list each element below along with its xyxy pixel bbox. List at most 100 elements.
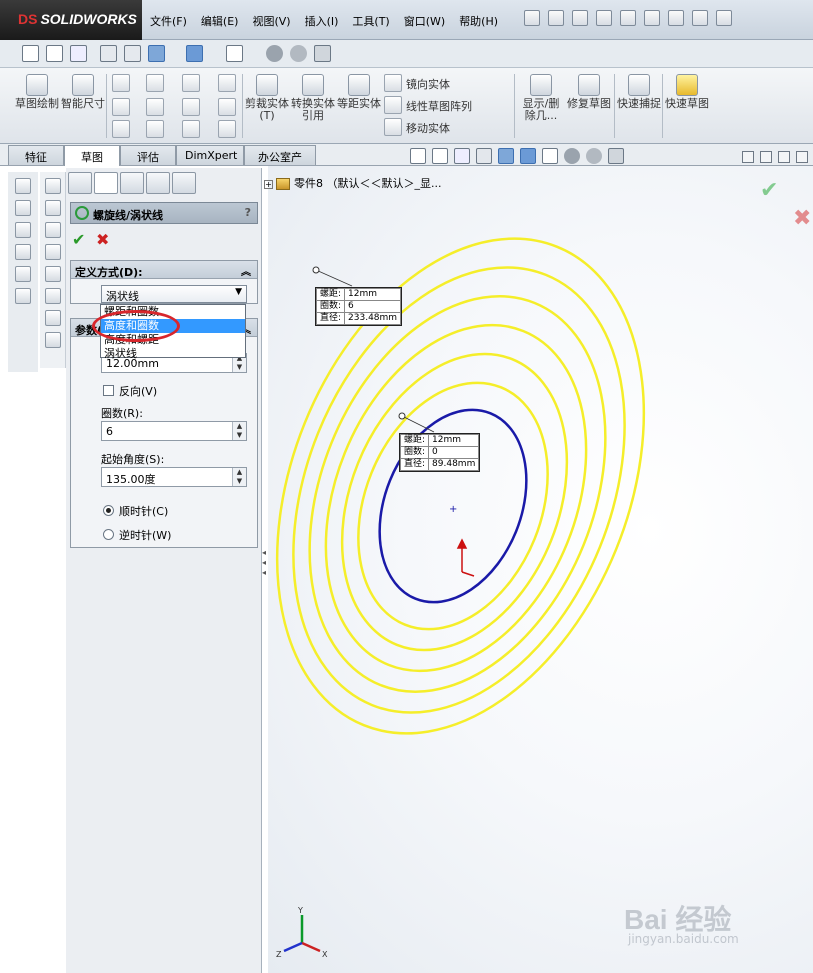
line-icon[interactable] [112,74,130,92]
spline-icon[interactable] [182,74,200,92]
zoom-to-fit-icon[interactable] [22,45,39,62]
section-view-icon[interactable] [100,45,117,62]
new-document-icon[interactable] [548,10,564,26]
restore-icon[interactable] [796,151,808,163]
mirror-icon[interactable] [384,74,402,92]
sketch-button[interactable]: 草图绘制 [14,74,60,140]
definition-group-header[interactable]: 定义方式(D): ︽ [71,261,257,279]
sketch-tool-icon[interactable] [15,178,31,194]
help-icon[interactable]: ? [245,206,251,219]
feature-tree-tab-icon[interactable] [68,172,92,194]
block-icon[interactable] [44,244,61,260]
tile-right-icon[interactable] [760,151,772,163]
display-manager-tab-icon[interactable] [172,172,196,194]
spin-arrows-icon[interactable]: ▲ ▼ [232,422,246,440]
display-style-icon[interactable] [186,45,203,62]
tile-left-icon[interactable] [742,151,754,163]
layer-icon[interactable] [44,310,61,326]
slot-icon[interactable] [112,120,130,138]
print-icon[interactable] [620,10,636,26]
definition-select[interactable]: 涡状线 ▼ [101,285,247,303]
rectangle-icon[interactable] [112,98,130,116]
expand-icon[interactable]: + [264,179,273,189]
tab-evaluate[interactable]: 评估 [120,145,176,165]
picture-icon[interactable] [44,222,61,238]
menu-file[interactable]: 文件(F) [150,13,187,29]
zoom-area-icon[interactable] [46,45,63,62]
move-entities-button[interactable]: 移动实体 [406,120,450,136]
previous-view-icon[interactable] [70,45,87,62]
arc-icon[interactable] [146,98,164,116]
text-icon[interactable] [218,98,236,116]
display-style-icon[interactable] [520,148,536,164]
annotation-icon[interactable] [44,200,61,216]
menu-insert[interactable]: 插入(I) [305,13,339,29]
spin-arrows-icon[interactable]: ▲ ▼ [232,468,246,486]
hide-show-icon[interactable] [226,45,243,62]
smart-dimension-button[interactable]: 智能尺寸 [60,74,106,140]
circle-icon[interactable] [146,74,164,92]
property-manager-tab-icon[interactable] [94,172,118,194]
display-delete-relations-button[interactable]: 显示/删除几... [518,74,564,140]
dynamic-annotation-icon[interactable] [124,45,141,62]
reverse-checkbox[interactable] [103,385,114,396]
view-orientation-icon[interactable] [498,148,514,164]
start-angle-input[interactable]: 135.00度 ▲ ▼ [101,467,247,487]
tab-dimxpert[interactable]: DimXpert [176,145,244,165]
hide-show-icon[interactable] [542,148,558,164]
relations-tool-icon[interactable] [44,332,61,348]
configuration-manager-tab-icon[interactable] [120,172,144,194]
repair-sketch-button[interactable]: 修复草图 [566,74,612,140]
previous-view-icon[interactable] [454,148,470,164]
helix-tool-icon[interactable] [15,244,31,260]
point-icon[interactable] [218,120,236,138]
polygon-icon[interactable] [146,120,164,138]
scene-icon[interactable] [586,148,602,164]
ok-button[interactable]: ✔ [72,230,85,249]
open-folder-icon[interactable] [572,10,588,26]
cancel-button[interactable]: ✖ [96,230,109,249]
revolutions-input[interactable]: 6 ▲ ▼ [101,421,247,441]
view-settings-icon[interactable] [314,45,331,62]
fillet-icon[interactable] [182,120,200,138]
minimize-icon[interactable] [778,151,790,163]
select-cursor-icon[interactable] [668,10,684,26]
rebuild-icon[interactable] [692,10,708,26]
part-name[interactable]: 零件8 （默认＜＜默认＞_显... [294,177,441,190]
pin-icon[interactable] [524,10,540,26]
curve-icon[interactable] [15,222,31,238]
quick-snaps-button[interactable]: 快速捕捉 [616,74,662,140]
appearance-icon[interactable] [266,45,283,62]
collapse-icon[interactable]: ︽ [241,263,251,278]
grid-icon[interactable] [44,288,61,304]
linear-pattern-button[interactable]: 线性草图阵列 [406,98,472,114]
options-icon[interactable] [716,10,732,26]
tab-office-products[interactable]: 办公室产品 [244,145,316,180]
menu-window[interactable]: 窗口(W) [404,13,445,29]
move-icon[interactable] [384,118,402,136]
zoom-to-fit-icon[interactable] [410,148,426,164]
linear-pattern-icon[interactable] [384,96,402,114]
rapid-sketch-button[interactable]: 快速草图 [664,74,710,140]
undo-icon[interactable] [644,10,660,26]
ellipse-icon[interactable] [182,98,200,116]
menu-help[interactable]: 帮助(H) [459,13,498,29]
menu-view[interactable]: 视图(V) [252,13,290,29]
convert-entities-button[interactable]: 转换实体引用 [290,74,336,140]
tab-sketch[interactable]: 草图 [64,145,120,166]
scene-icon[interactable] [290,45,307,62]
menu-tools[interactable]: 工具(T) [352,13,389,29]
menu-edit[interactable]: 编辑(E) [201,13,239,29]
spiral-start-point[interactable] [312,266,320,274]
spiral-tool-icon[interactable] [15,266,31,282]
save-icon[interactable] [596,10,612,26]
text-tool-icon[interactable] [44,178,61,194]
zoom-area-icon[interactable] [432,148,448,164]
dropdown-item[interactable]: 涡状线 [101,347,245,361]
mirror-entities-button[interactable]: 镜向实体 [406,76,450,92]
appearance-icon[interactable] [564,148,580,164]
trim-entities-button[interactable]: 剪裁实体(T) [244,74,290,140]
tab-features[interactable]: 特征 [8,145,64,165]
construction-geometry-icon[interactable] [218,74,236,92]
insert-text-icon[interactable] [44,266,61,282]
